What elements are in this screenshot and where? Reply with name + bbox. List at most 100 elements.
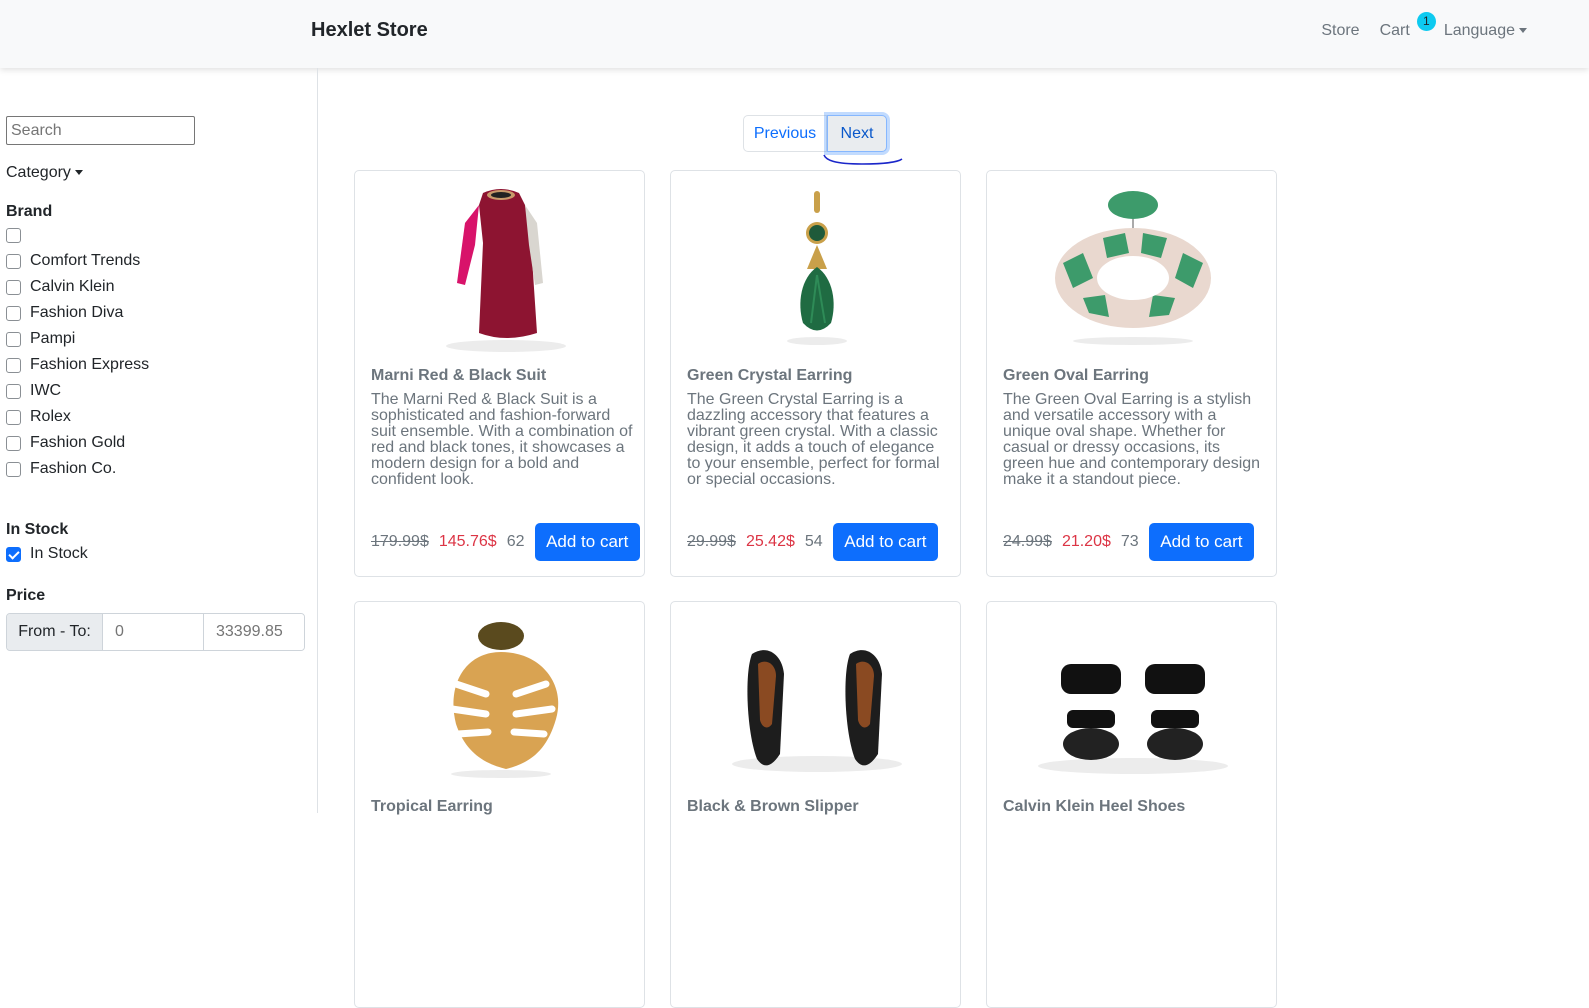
nav-link-store[interactable]: Store [1321, 22, 1359, 40]
product-card: Green Crystal Earring The Green Crystal … [670, 170, 961, 577]
brand-label: Fashion Co. [30, 460, 117, 477]
cart-count-badge: 1 [1416, 12, 1436, 31]
brand-checkbox[interactable] [6, 331, 21, 347]
product-footer: 24.99$ 21.20$ 73 Add to cart [1003, 523, 1254, 561]
brand-checkbox[interactable] [6, 409, 21, 425]
product-footer: 179.99$ 145.76$ 62 Add to cart [371, 523, 640, 561]
old-price: 179.99$ [371, 533, 429, 550]
product-description: The Green Crystal Earring is a dazzling … [687, 391, 940, 488]
product-card: Calvin Klein Heel Shoes [986, 601, 1277, 1008]
stock-count: 54 [804, 533, 823, 550]
brand-label: IWC [30, 382, 62, 399]
product-card: Tropical Earring [354, 601, 645, 1008]
tropical-earring-image [448, 622, 558, 778]
sale-price: 21.20$ [1061, 533, 1111, 550]
caret-down-icon [1519, 28, 1527, 34]
product-image[interactable] [988, 614, 1277, 784]
product-card: Black & Brown Slipper [670, 601, 961, 1008]
brand-label: Fashion Gold [30, 434, 126, 451]
top-navbar: Hexlet Store Store Cart 1 Language [0, 0, 1589, 68]
product-image[interactable] [988, 183, 1277, 353]
crystal-earring-image [786, 191, 847, 345]
brand-checkbox[interactable] [6, 305, 21, 321]
price-to-input[interactable] [204, 614, 304, 650]
brand-checkbox-row[interactable]: Fashion Express [6, 355, 149, 375]
product-image[interactable] [672, 183, 961, 353]
price-from-input[interactable] [103, 614, 204, 650]
store-brand[interactable]: Hexlet Store [311, 19, 428, 42]
brand-checkbox[interactable] [6, 227, 21, 243]
product-title[interactable]: Tropical Earring [371, 798, 493, 816]
stock-section-title: In Stock [6, 521, 69, 538]
product-title[interactable]: Green Crystal Earring [687, 367, 852, 385]
add-to-cart-button[interactable]: Add to cart [832, 523, 938, 561]
product-image[interactable] [356, 183, 645, 353]
in-stock-checkbox-row[interactable]: In Stock [6, 544, 88, 564]
brand-label: Fashion Express [30, 356, 150, 373]
filter-sidebar: Category Brand Comfort Trends Calvin Kle… [0, 68, 318, 813]
price-range-group: From - To: [6, 613, 305, 651]
product-description: The Green Oval Earring is a stylish and … [1003, 391, 1261, 488]
dress-image [445, 189, 566, 352]
brand-label: Rolex [30, 408, 71, 425]
brand-section-title: Brand [6, 203, 53, 220]
caret-down-icon [74, 170, 83, 176]
price-section-title: Price [6, 587, 46, 604]
product-card: Marni Red & Black Suit The Marni Red & B… [354, 170, 645, 577]
price-range-label: From - To: [7, 614, 103, 650]
brand-checkbox[interactable] [6, 253, 21, 269]
sale-price: 25.42$ [745, 533, 795, 550]
next-page-button[interactable]: Next [827, 115, 887, 152]
product-image[interactable] [672, 614, 961, 784]
old-price: 29.99$ [687, 533, 736, 550]
annotation-scribble [823, 154, 903, 165]
category-dropdown[interactable]: Category [6, 164, 83, 182]
brand-checkbox-row[interactable]: Calvin Klein [6, 277, 114, 297]
add-to-cart-button[interactable]: Add to cart [534, 523, 640, 561]
sale-price: 145.76$ [438, 533, 497, 550]
product-title[interactable]: Marni Red & Black Suit [371, 367, 546, 385]
brand-checkbox[interactable] [6, 357, 21, 373]
brand-checkbox-row[interactable]: Pampi [6, 329, 75, 349]
nav-links: Store Cart 1 Language [1301, 12, 1527, 40]
in-stock-checkbox[interactable] [6, 546, 21, 562]
language-dropdown-label: Language [1443, 22, 1515, 39]
brand-label: Comfort Trends [30, 252, 141, 269]
brand-label: Calvin Klein [30, 278, 115, 295]
brand-checkbox[interactable] [6, 461, 21, 477]
product-title[interactable]: Calvin Klein Heel Shoes [1003, 798, 1185, 816]
brand-checkbox[interactable] [6, 383, 21, 399]
brand-checkbox[interactable] [6, 279, 21, 295]
stock-count: 62 [506, 533, 525, 550]
in-stock-label: In Stock [30, 545, 88, 562]
brand-checkbox-row[interactable]: Fashion Diva [6, 303, 123, 323]
brand-checkbox-row[interactable]: Rolex [6, 407, 71, 427]
language-dropdown[interactable]: Language [1444, 22, 1527, 40]
nav-link-cart[interactable]: Cart 1 [1379, 12, 1436, 40]
previous-page-button[interactable]: Previous [743, 115, 827, 152]
brand-checkbox-row[interactable]: Fashion Co. [6, 459, 116, 479]
brand-checkbox-row[interactable]: Comfort Trends [6, 251, 140, 271]
product-image[interactable] [356, 614, 645, 784]
stock-count: 73 [1120, 533, 1139, 550]
product-title[interactable]: Black & Brown Slipper [687, 798, 859, 816]
brand-checkbox[interactable] [6, 435, 21, 451]
brand-checkbox-row[interactable] [6, 225, 30, 245]
brand-checkbox-row[interactable]: IWC [6, 381, 61, 401]
product-footer: 29.99$ 25.42$ 54 Add to cart [687, 523, 938, 561]
product-description: The Marni Red & Black Suit is a sophisti… [371, 391, 633, 488]
brand-checkbox-row[interactable]: Fashion Gold [6, 433, 125, 453]
category-dropdown-label: Category [6, 164, 71, 181]
old-price: 24.99$ [1003, 533, 1052, 550]
search-input[interactable] [6, 116, 195, 145]
pagination: Previous Next [743, 115, 887, 152]
product-card: Green Oval Earring The Green Oval Earrin… [986, 170, 1277, 577]
slipper-image [731, 650, 902, 772]
brand-label: Pampi [30, 330, 76, 347]
heel-shoes-image [1037, 664, 1228, 774]
add-to-cart-button[interactable]: Add to cart [1148, 523, 1254, 561]
oval-earring-image [1054, 191, 1211, 345]
brand-label: Fashion Diva [30, 304, 124, 321]
product-title[interactable]: Green Oval Earring [1003, 367, 1149, 385]
nav-link-cart-label: Cart [1379, 22, 1410, 39]
